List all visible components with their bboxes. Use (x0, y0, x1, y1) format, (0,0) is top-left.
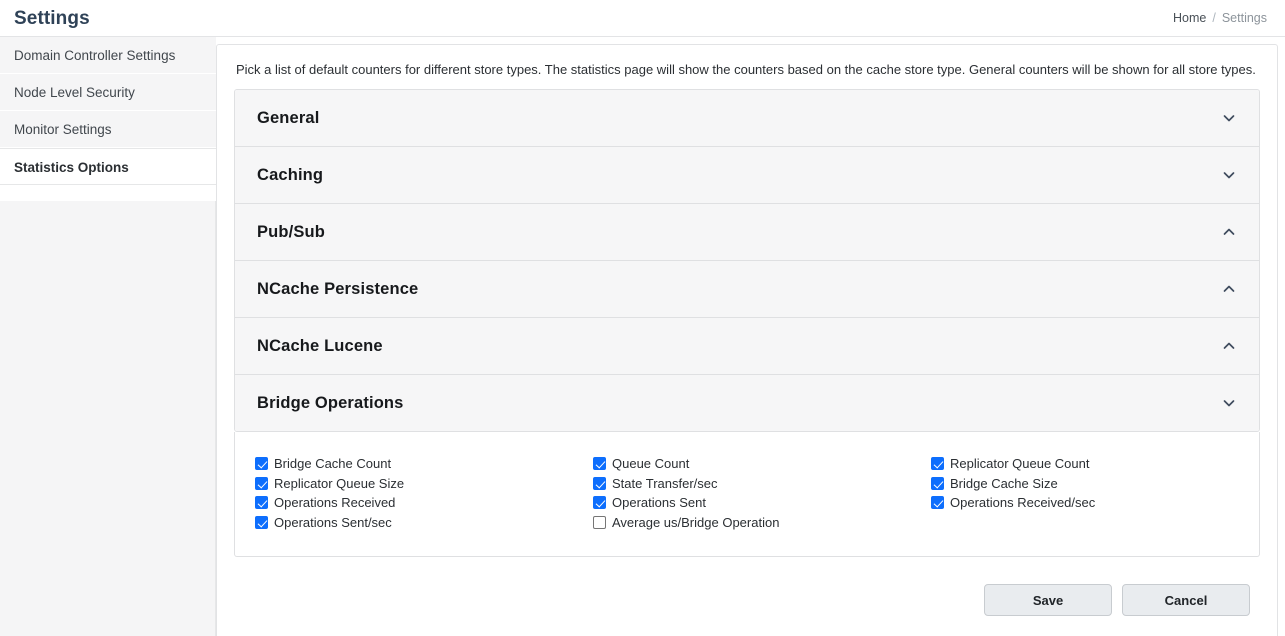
checkbox-label: Bridge Cache Size (950, 475, 1058, 491)
accordion-header-bridge-operations[interactable]: Bridge Operations (235, 375, 1259, 432)
sidebar-item-statistics-options[interactable]: Statistics Options (0, 148, 216, 185)
counter-column-3: Replicator Queue Count Bridge Cache Size… (931, 454, 1239, 532)
checkbox-bridge-cache-count[interactable] (255, 457, 268, 471)
action-button-bar: Save Cancel (234, 584, 1260, 617)
chevron-up-icon[interactable] (1221, 338, 1237, 354)
chevron-down-icon[interactable] (1221, 167, 1237, 183)
checkbox-row-replicator-queue-size[interactable]: Replicator Queue Size (255, 474, 593, 494)
breadcrumb: Home / Settings (1173, 11, 1267, 25)
checkbox-label: Bridge Cache Count (274, 456, 392, 472)
checkbox-label: Queue Count (612, 456, 690, 472)
sidebar-item-node-level-security[interactable]: Node Level Security (0, 74, 216, 111)
sidebar-nav: Domain Controller Settings Node Level Se… (0, 37, 216, 185)
accordion-item-caching: Caching (235, 146, 1259, 204)
checkbox-operations-received-per-sec[interactable] (931, 496, 944, 510)
checkbox-operations-received[interactable] (255, 496, 268, 510)
counters-accordion: General Caching Pub/Sub NCache Persisten… (234, 89, 1260, 433)
checkbox-row-average-us-bridge-operation[interactable]: Average us/Bridge Operation (593, 513, 931, 533)
checkbox-label: Operations Sent/sec (274, 514, 392, 530)
counter-column-2: Queue Count State Transfer/sec Operation… (593, 454, 931, 532)
breadcrumb-separator: / (1212, 11, 1216, 25)
accordion-header-general[interactable]: General (235, 90, 1259, 147)
checkbox-label: Average us/Bridge Operation (612, 514, 780, 530)
checkbox-operations-sent-per-sec[interactable] (255, 515, 268, 529)
main-content-panel: Pick a list of default counters for diff… (216, 44, 1278, 636)
checkbox-replicator-queue-count[interactable] (931, 457, 944, 471)
checkbox-label: Operations Received/sec (950, 495, 1096, 511)
accordion-title-caching: Caching (257, 165, 324, 184)
accordion-item-ncache-lucene: NCache Lucene (235, 317, 1259, 375)
checkbox-row-queue-count[interactable]: Queue Count (593, 454, 931, 474)
accordion-item-bridge-operations: Bridge Operations (235, 374, 1259, 432)
accordion-header-pub-sub[interactable]: Pub/Sub (235, 204, 1259, 261)
sidebar-filler (0, 201, 216, 636)
chevron-up-icon[interactable] (1221, 281, 1237, 297)
save-button[interactable]: Save (984, 584, 1112, 617)
accordion-header-ncache-persistence[interactable]: NCache Persistence (235, 261, 1259, 318)
cancel-button[interactable]: Cancel (1122, 584, 1250, 617)
checkbox-row-operations-sent[interactable]: Operations Sent (593, 493, 931, 513)
accordion-title-bridge-operations: Bridge Operations (257, 393, 404, 412)
checkbox-replicator-queue-size[interactable] (255, 476, 268, 490)
checkbox-label: Replicator Queue Count (950, 456, 1090, 472)
accordion-title-general: General (257, 108, 320, 127)
accordion-title-ncache-persistence: NCache Persistence (257, 279, 419, 298)
checkbox-label: Replicator Queue Size (274, 475, 405, 491)
breadcrumb-home-link[interactable]: Home (1173, 11, 1206, 25)
checkbox-average-us-bridge-operation[interactable] (593, 515, 606, 529)
checkbox-row-bridge-cache-size[interactable]: Bridge Cache Size (931, 474, 1239, 494)
checkbox-state-transfer-per-sec[interactable] (593, 476, 606, 490)
accordion-header-caching[interactable]: Caching (235, 147, 1259, 204)
accordion-title-ncache-lucene: NCache Lucene (257, 336, 383, 355)
checkbox-queue-count[interactable] (593, 457, 606, 471)
checkbox-label: Operations Received (274, 495, 396, 511)
breadcrumb-current: Settings (1221, 11, 1267, 25)
sidebar-item-domain-controller-settings[interactable]: Domain Controller Settings (0, 37, 216, 74)
checkbox-label: Operations Sent (612, 495, 706, 511)
checkbox-row-bridge-cache-count[interactable]: Bridge Cache Count (255, 454, 593, 474)
chevron-down-icon[interactable] (1221, 110, 1237, 126)
accordion-item-general: General (235, 90, 1259, 147)
accordion-item-ncache-persistence: NCache Persistence (235, 260, 1259, 318)
checkbox-row-operations-received-per-sec[interactable]: Operations Received/sec (931, 493, 1239, 513)
checkbox-row-replicator-queue-count[interactable]: Replicator Queue Count (931, 454, 1239, 474)
counter-column-1: Bridge Cache Count Replicator Queue Size… (255, 454, 593, 532)
checkbox-label: State Transfer/sec (612, 475, 718, 491)
panel-description: Pick a list of default counters for diff… (236, 62, 1256, 77)
accordion-item-pub-sub: Pub/Sub (235, 203, 1259, 261)
top-header-bar: Settings Home / Settings (0, 0, 1285, 37)
chevron-up-icon[interactable] (1221, 224, 1237, 240)
sidebar: Domain Controller Settings Node Level Se… (0, 37, 216, 636)
chevron-down-icon[interactable] (1221, 395, 1237, 411)
page-body: Domain Controller Settings Node Level Se… (0, 37, 1285, 636)
accordion-title-pub-sub: Pub/Sub (257, 222, 325, 241)
checkbox-row-operations-sent-per-sec[interactable]: Operations Sent/sec (255, 513, 593, 533)
checkbox-operations-sent[interactable] (593, 496, 606, 510)
sidebar-item-monitor-settings[interactable]: Monitor Settings (0, 111, 216, 148)
accordion-header-ncache-lucene[interactable]: NCache Lucene (235, 318, 1259, 375)
page-title: Settings (14, 8, 90, 29)
checkbox-row-operations-received[interactable]: Operations Received (255, 493, 593, 513)
counter-checkbox-grid: Bridge Cache Count Replicator Queue Size… (255, 454, 1239, 532)
checkbox-row-state-transfer-per-sec[interactable]: State Transfer/sec (593, 474, 931, 494)
checkbox-bridge-cache-size[interactable] (931, 476, 944, 490)
accordion-body-bridge-operations: Bridge Cache Count Replicator Queue Size… (234, 432, 1260, 558)
